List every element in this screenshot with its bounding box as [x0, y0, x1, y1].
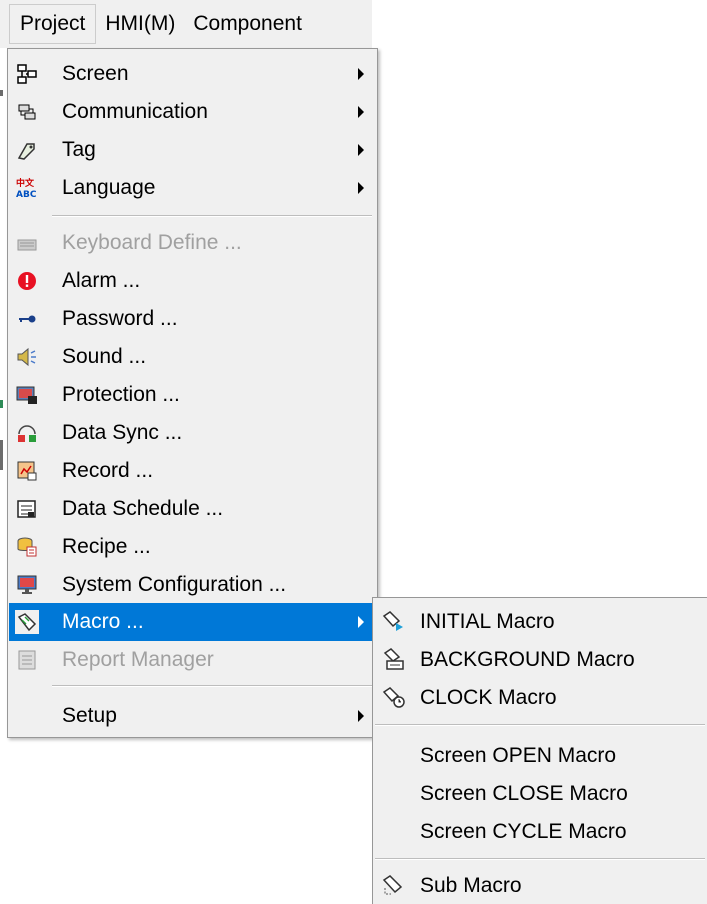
- menu-hmi[interactable]: HMI(M): [96, 2, 184, 46]
- tag-icon: [15, 138, 39, 162]
- menu-item-system-configuration[interactable]: System Configuration ...: [9, 566, 376, 604]
- communication-icon: [15, 100, 39, 124]
- sub-macro-icon: [382, 873, 406, 897]
- background-edge: [0, 400, 3, 408]
- submenu-separator: [375, 724, 705, 726]
- macro-icon: [15, 610, 39, 634]
- menu-item-tag[interactable]: Tag: [9, 131, 376, 169]
- background-edge: [0, 90, 3, 96]
- menu-item-label: Alarm ...: [62, 269, 141, 292]
- submenu-item-screen-open-macro[interactable]: Screen OPEN Macro: [374, 736, 707, 774]
- protection-icon: [15, 383, 39, 407]
- schedule-icon: [15, 497, 39, 521]
- project-menu: Screen Communication Tag 中文 ABC Language …: [7, 48, 378, 738]
- screen-icon: [15, 62, 39, 86]
- menu-item-alarm[interactable]: Alarm ...: [9, 262, 376, 300]
- menu-item-label: Communication: [62, 100, 208, 123]
- menu-separator: [52, 215, 372, 217]
- menu-item-setup[interactable]: Setup: [9, 697, 376, 735]
- submenu-separator: [375, 858, 705, 860]
- submenu-arrow-icon: [358, 68, 364, 80]
- menu-project[interactable]: Project: [9, 4, 97, 44]
- speaker-icon: [15, 345, 39, 369]
- initial-macro-icon: [382, 609, 406, 633]
- menu-component[interactable]: Component: [184, 2, 311, 46]
- menu-item-record[interactable]: Record ...: [9, 452, 376, 490]
- menu-item-label: Protection ...: [62, 383, 180, 406]
- menu-item-label: Tag: [62, 138, 96, 161]
- record-icon: [15, 459, 39, 483]
- menu-item-label: Data Sync ...: [62, 421, 183, 444]
- menu-item-language[interactable]: 中文 ABC Language: [9, 169, 376, 207]
- menubar: Project HMI(M) Component: [0, 0, 372, 48]
- menu-item-communication[interactable]: Communication: [9, 93, 376, 131]
- submenu-item-sub-macro[interactable]: Sub Macro: [374, 866, 707, 904]
- report-icon: [15, 648, 39, 672]
- submenu-item-screen-close-macro[interactable]: Screen CLOSE Macro: [374, 774, 707, 812]
- menu-item-label: Setup: [62, 704, 117, 727]
- submenu-arrow-icon: [358, 616, 364, 628]
- menu-item-label: Data Schedule ...: [62, 497, 224, 520]
- menu-item-macro[interactable]: Macro ...: [9, 603, 376, 641]
- menu-item-label: Language: [62, 176, 156, 199]
- menu-item-label: Record ...: [62, 459, 154, 482]
- menu-separator: [52, 685, 372, 687]
- menu-item-keyboard-define: Keyboard Define ...: [9, 224, 376, 262]
- data-sync-icon: [15, 421, 39, 445]
- submenu-arrow-icon: [358, 710, 364, 722]
- recipe-icon: [15, 535, 39, 559]
- submenu-item-background-macro[interactable]: BACKGROUND Macro: [374, 640, 707, 678]
- background-macro-icon: [382, 647, 406, 671]
- submenu-arrow-icon: [358, 144, 364, 156]
- submenu-item-label: Screen OPEN Macro: [420, 744, 617, 767]
- submenu-item-label: Screen CYCLE Macro: [420, 820, 627, 843]
- alarm-icon: [15, 269, 39, 293]
- submenu-item-initial-macro[interactable]: INITIAL Macro: [374, 602, 707, 640]
- menu-item-label: Password ...: [62, 307, 178, 330]
- background-edge: [0, 440, 3, 470]
- submenu-item-label: CLOCK Macro: [420, 686, 557, 709]
- submenu-arrow-icon: [358, 106, 364, 118]
- language-icon: 中文 ABC: [15, 176, 39, 200]
- submenu-item-label: INITIAL Macro: [420, 610, 555, 633]
- submenu-item-screen-cycle-macro[interactable]: Screen CYCLE Macro: [374, 812, 707, 850]
- menu-item-screen[interactable]: Screen: [9, 55, 376, 93]
- menu-item-data-sync[interactable]: Data Sync ...: [9, 414, 376, 452]
- submenu-item-label: Screen CLOSE Macro: [420, 782, 628, 805]
- keyboard-icon: [15, 231, 39, 255]
- key-icon: [15, 307, 39, 331]
- svg-text:中文: 中文: [16, 177, 35, 189]
- menu-item-label: System Configuration ...: [62, 573, 287, 596]
- svg-text:ABC: ABC: [16, 190, 37, 200]
- menu-item-report-manager: Report Manager: [9, 641, 376, 679]
- clock-macro-icon: [382, 685, 406, 709]
- menu-item-sound[interactable]: Sound ...: [9, 338, 376, 376]
- menu-item-label: Keyboard Define ...: [62, 231, 242, 254]
- menu-item-label: Report Manager: [62, 648, 214, 671]
- menu-item-protection[interactable]: Protection ...: [9, 376, 376, 414]
- submenu-item-clock-macro[interactable]: CLOCK Macro: [374, 678, 707, 716]
- menu-item-data-schedule[interactable]: Data Schedule ...: [9, 490, 376, 528]
- submenu-item-label: Sub Macro: [420, 874, 522, 897]
- macro-submenu: INITIAL Macro BACKGROUND Macro CLOCK Mac…: [372, 597, 707, 904]
- menu-item-label: Sound ...: [62, 345, 147, 368]
- menu-item-label: Macro ...: [62, 610, 144, 633]
- menu-item-label: Screen: [62, 62, 129, 85]
- submenu-item-label: BACKGROUND Macro: [420, 648, 635, 671]
- menu-item-password[interactable]: Password ...: [9, 300, 376, 338]
- menu-item-recipe[interactable]: Recipe ...: [9, 528, 376, 566]
- submenu-arrow-icon: [358, 182, 364, 194]
- system-configuration-icon: [15, 573, 39, 597]
- menu-item-label: Recipe ...: [62, 535, 151, 558]
